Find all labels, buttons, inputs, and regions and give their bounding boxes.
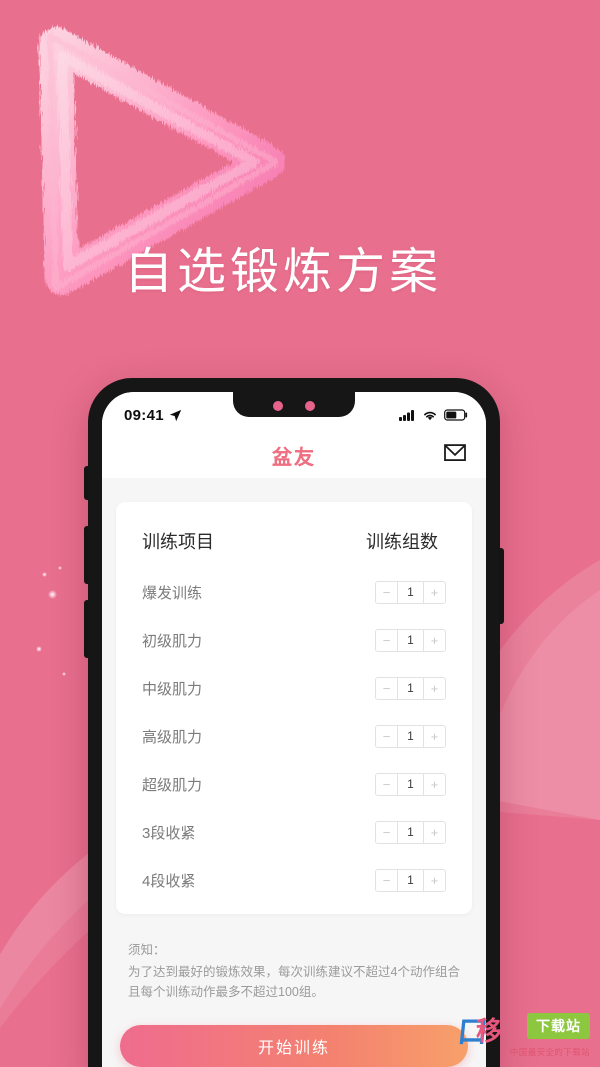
sparkle-dot (58, 566, 62, 570)
notice-body: 为了达到最好的锻炼效果，每次训练建议不超过4个动作组合且每个训练动作最多不超过1… (128, 964, 460, 1000)
sparkle-dot (42, 572, 47, 577)
table-row: 中级肌力 − 1 + (116, 664, 472, 712)
decrement-button[interactable]: − (376, 774, 397, 795)
sets-stepper[interactable]: − 1 + (375, 676, 446, 700)
sparkle-dot (36, 646, 42, 652)
decrement-button[interactable]: − (376, 726, 397, 747)
increment-button[interactable]: + (424, 726, 445, 747)
sets-stepper[interactable]: − 1 + (375, 868, 446, 892)
sensor-dot-icon (305, 400, 315, 411)
row-label: 3段收紧 (142, 824, 196, 842)
increment-button[interactable]: + (424, 582, 445, 603)
sets-stepper[interactable]: − 1 + (375, 580, 446, 604)
watermark-subtitle: 中国最安全的下载站 (509, 1047, 590, 1057)
envelope-icon[interactable] (444, 444, 466, 467)
increment-button[interactable]: + (424, 678, 445, 699)
table-row: 爆发训练 − 1 + (116, 568, 472, 616)
app-title: 盆友 (272, 441, 316, 470)
table-header-row: 训练项目 训练组数 (116, 506, 472, 568)
row-label: 爆发训练 (142, 584, 203, 602)
row-label: 高级肌力 (142, 728, 203, 746)
table-row: 超级肌力 − 1 + (116, 760, 472, 808)
phone-volume-down-button (84, 600, 89, 658)
stepper-value[interactable]: 1 (397, 629, 424, 651)
wifi-icon (424, 411, 436, 421)
stepper-value[interactable]: 1 (397, 581, 424, 603)
decrement-button[interactable]: − (376, 678, 397, 699)
start-training-button[interactable]: 开始训练 (120, 1024, 468, 1067)
battery-icon (444, 409, 468, 421)
row-label: 中级肌力 (142, 680, 203, 698)
increment-button[interactable]: + (424, 870, 445, 891)
increment-button[interactable]: + (424, 774, 445, 795)
stepper-value[interactable]: 1 (397, 677, 424, 699)
page-title: 自选锻炼方案 (124, 243, 443, 300)
training-table-card: 训练项目 训练组数 爆发训练 − 1 + 初级肌力 − 1 + 中级肌力 − 1… (116, 502, 472, 914)
watermark-glyph-right: 移 (476, 1017, 503, 1047)
table-row: 初级肌力 − 1 + (116, 616, 472, 664)
row-label: 初级肌力 (142, 632, 203, 650)
decrement-button[interactable]: − (376, 870, 397, 891)
notice-block: 须知： 为了达到最好的锻炼效果，每次训练建议不超过4个动作组合且每个训练动作最多… (102, 914, 486, 1003)
sparkle-dot (48, 590, 57, 599)
sets-stepper[interactable]: − 1 + (375, 772, 446, 796)
decrement-button[interactable]: − (376, 630, 397, 651)
increment-button[interactable]: + (424, 822, 445, 843)
decrement-button[interactable]: − (376, 582, 397, 603)
stepper-value[interactable]: 1 (397, 773, 424, 795)
table-row: 高级肌力 − 1 + (116, 712, 472, 760)
stepper-value[interactable]: 1 (397, 725, 424, 747)
sets-stepper[interactable]: − 1 + (375, 628, 446, 652)
sets-stepper[interactable]: − 1 + (375, 724, 446, 748)
stepper-value[interactable]: 1 (397, 869, 424, 891)
phone-power-button (499, 548, 504, 624)
row-label: 4段收紧 (142, 872, 196, 890)
status-time-group: 09:41 (124, 407, 182, 424)
phone-mockup: 09:41 盆友 训练项目 训练组数 爆发训练 − 1 + 初级肌力 − 1 +… (84, 378, 504, 1067)
sets-stepper[interactable]: − 1 + (375, 820, 446, 844)
notice-title: 须知： (128, 943, 166, 957)
sparkle-dot (62, 672, 66, 676)
phone-screen: 09:41 盆友 训练项目 训练组数 爆发训练 − 1 + 初级肌力 − 1 +… (102, 392, 486, 1067)
phone-volume-up-button (84, 526, 89, 584)
location-arrow-icon (169, 409, 182, 421)
camera-dot-icon (273, 400, 283, 411)
cellular-signal-icon (399, 410, 414, 421)
status-time-label: 09:41 (124, 406, 164, 424)
main-content: 训练项目 训练组数 爆发训练 − 1 + 初级肌力 − 1 + 中级肌力 − 1… (102, 478, 486, 1067)
decrement-button[interactable]: − (376, 822, 397, 843)
phone-mute-switch (84, 466, 89, 500)
column-header-sets: 训练组数 (366, 532, 438, 552)
row-label: 超级肌力 (142, 776, 203, 794)
stepper-value[interactable]: 1 (397, 821, 424, 843)
table-row: 4段收紧 − 1 + (116, 856, 472, 904)
column-header-item: 训练项目 (142, 532, 214, 552)
increment-button[interactable]: + (424, 630, 445, 651)
app-header: 盆友 (102, 432, 486, 478)
phone-notch (233, 392, 355, 417)
status-indicators (399, 409, 468, 421)
watermark-badge: 下载站 (527, 1013, 590, 1039)
table-row: 3段收紧 − 1 + (116, 808, 472, 856)
site-watermark: 口 移 下载站 中国最安全的下载站 (454, 1005, 594, 1063)
